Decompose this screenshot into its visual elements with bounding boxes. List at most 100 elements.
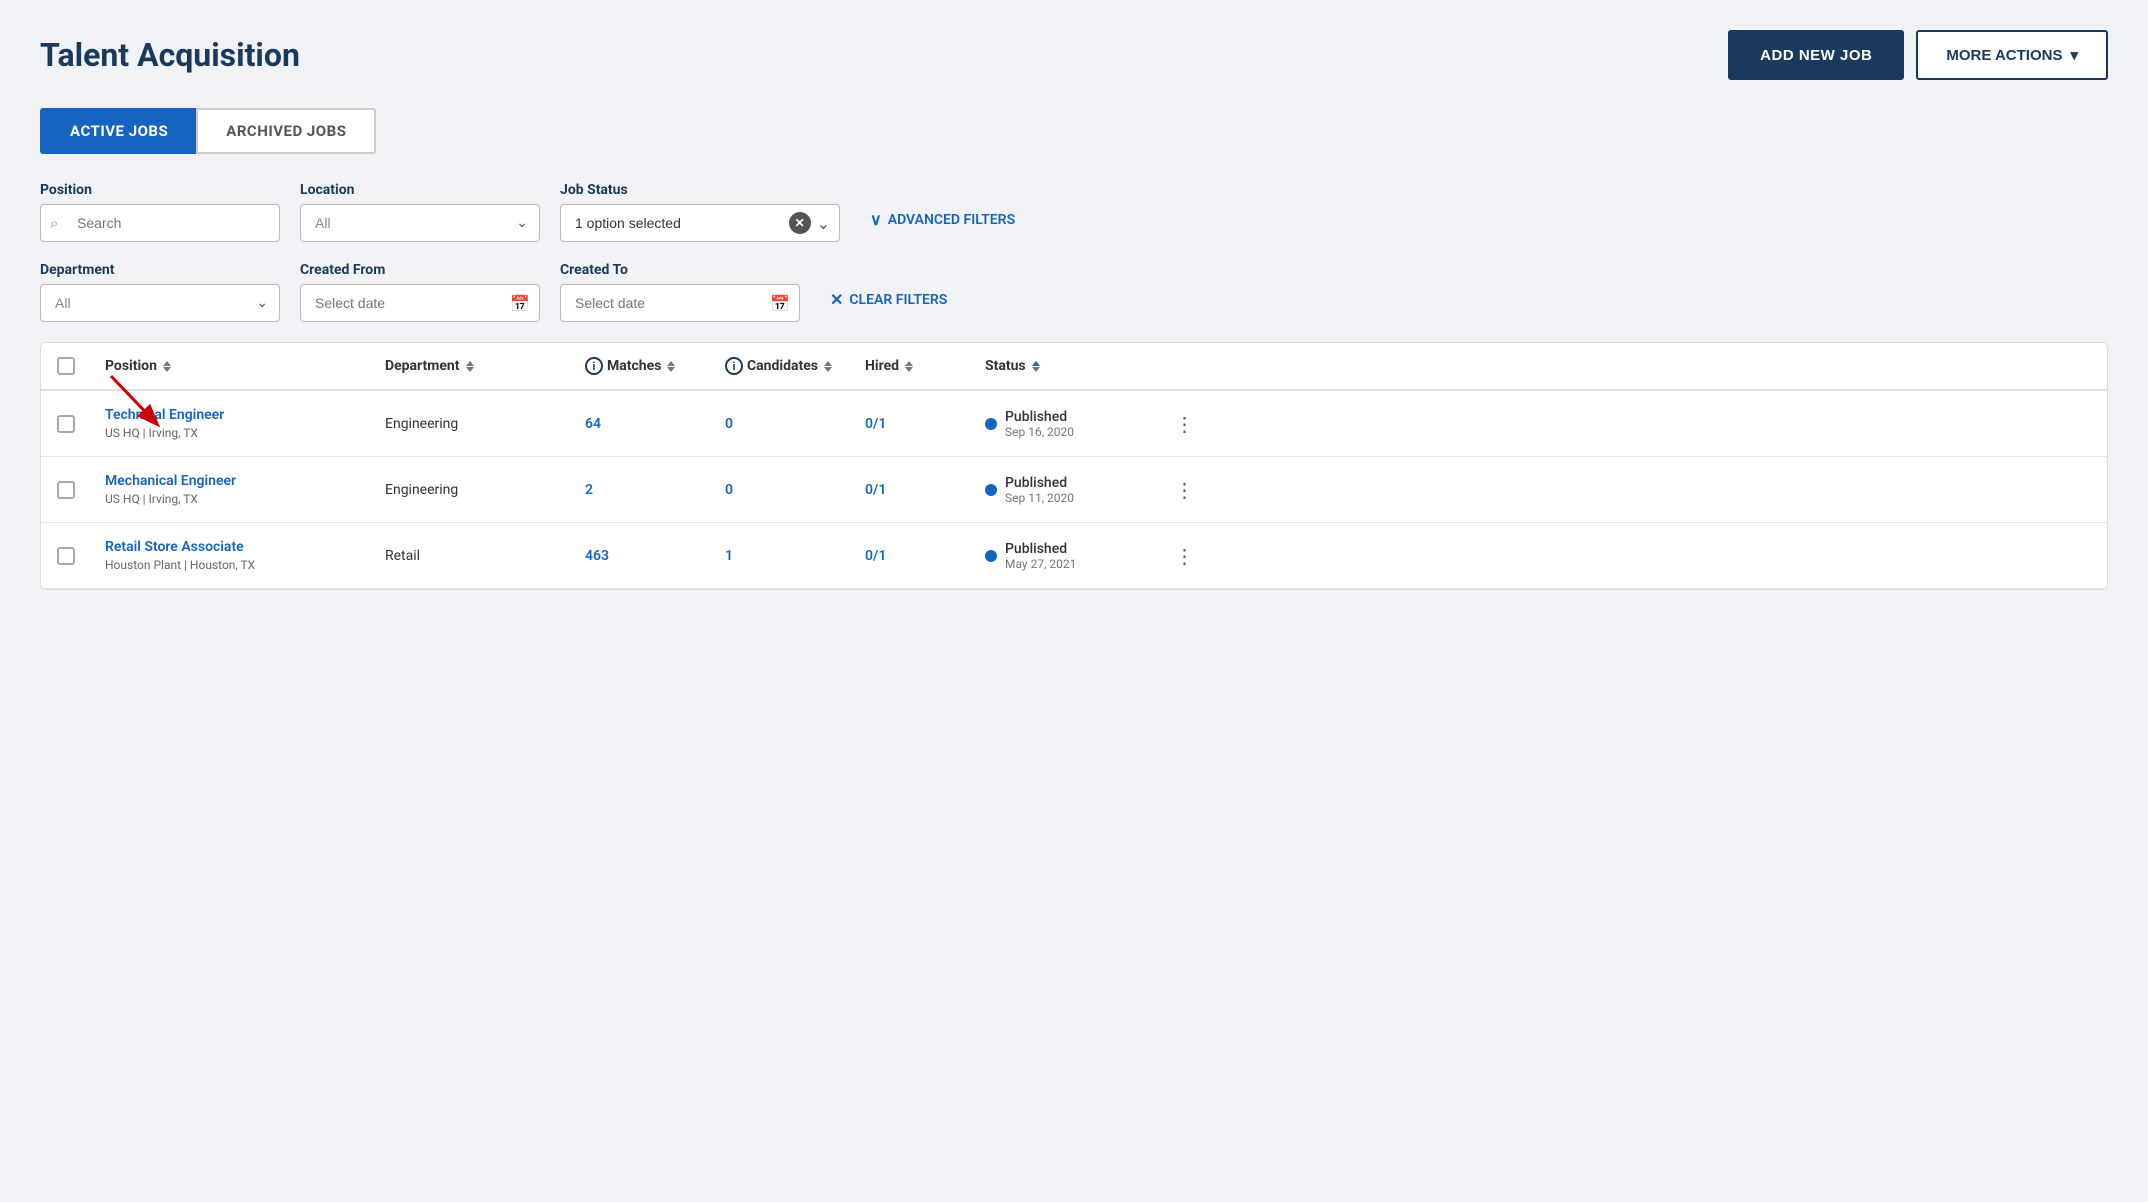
status-dot — [985, 550, 997, 562]
row-candidates-cell[interactable]: 0 — [725, 482, 865, 498]
th-status: Status — [985, 358, 1165, 374]
created-to-label: Created To — [560, 262, 800, 278]
created-from-input[interactable] — [300, 284, 540, 322]
row-more-menu-button[interactable]: ⋮ — [1165, 478, 1205, 502]
row-checkbox-cell — [57, 415, 105, 433]
job-title-link[interactable]: Mechanical Engineer — [105, 473, 385, 489]
sort-down-icon — [824, 367, 832, 372]
row-position-cell: Technical Engineer US HQ | Irving, TX — [105, 407, 385, 440]
sort-down-icon — [466, 367, 474, 372]
sort-down-icon — [667, 367, 675, 372]
tab-active-jobs[interactable]: ACTIVE JOBS — [40, 108, 196, 154]
sort-down-icon — [163, 367, 171, 372]
filters-section: Position ⌕ Location All ⌄ Job Status ✕ ⌄ — [40, 182, 2108, 322]
row-hired-cell: 0/1 — [865, 482, 985, 498]
created-to-input[interactable] — [560, 284, 800, 322]
department-filter-group: Department All ⌄ — [40, 262, 280, 322]
chevron-down-icon: ⌄ — [817, 214, 830, 233]
status-label: Published — [1005, 409, 1074, 425]
status-sort-icon[interactable] — [1032, 361, 1040, 372]
position-sort-icon[interactable] — [163, 361, 171, 372]
sort-up-icon — [466, 361, 474, 366]
row-checkbox[interactable] — [57, 415, 75, 433]
department-select[interactable]: All — [40, 284, 280, 322]
candidates-sort-icon[interactable] — [824, 361, 832, 372]
row-more-menu-button[interactable]: ⋮ — [1165, 544, 1205, 568]
row-status-cell: Published Sep 11, 2020 — [985, 475, 1165, 505]
status-dot — [985, 418, 997, 430]
department-label: Department — [40, 262, 280, 278]
location-select-wrapper: All ⌄ — [300, 204, 540, 242]
candidates-info-icon[interactable]: i — [725, 357, 743, 375]
row-checkbox[interactable] — [57, 547, 75, 565]
row-matches-cell[interactable]: 64 — [585, 416, 725, 432]
table-header: Position Department i Matches i Candidat… — [41, 343, 2107, 391]
department-select-wrapper: All ⌄ — [40, 284, 280, 322]
select-all-checkbox[interactable] — [57, 357, 75, 375]
th-candidates: i Candidates — [725, 357, 865, 375]
row-candidates-cell[interactable]: 0 — [725, 416, 865, 432]
sort-up-icon — [163, 361, 171, 366]
header-actions: ADD NEW JOB MORE ACTIONS ▾ — [1728, 30, 2108, 80]
row-position-cell: Retail Store Associate Houston Plant | H… — [105, 539, 385, 572]
job-status-filter-group: Job Status ✕ ⌄ — [560, 182, 840, 242]
sort-up-icon — [667, 361, 675, 366]
chevron-down-icon: ▾ — [2070, 46, 2078, 64]
job-location: US HQ | Irving, TX — [105, 492, 385, 506]
search-icon: ⌕ — [50, 214, 58, 232]
location-select[interactable]: All — [300, 204, 540, 242]
row-department-cell: Retail — [385, 548, 585, 564]
position-label: Position — [40, 182, 280, 198]
row-checkbox-cell — [57, 547, 105, 565]
status-date: May 27, 2021 — [1005, 557, 1076, 571]
position-filter-group: Position ⌕ — [40, 182, 280, 242]
created-to-input-wrapper: 📅 — [560, 284, 800, 322]
row-candidates-cell[interactable]: 1 — [725, 548, 865, 564]
created-from-filter-group: Created From 📅 — [300, 262, 540, 322]
job-title-link[interactable]: Retail Store Associate — [105, 539, 385, 555]
row-matches-cell[interactable]: 2 — [585, 482, 725, 498]
created-to-filter-group: Created To 📅 — [560, 262, 800, 322]
department-sort-icon[interactable] — [466, 361, 474, 372]
position-search-input[interactable] — [40, 204, 280, 242]
tab-archived-jobs[interactable]: ARCHIVED JOBS — [196, 108, 376, 154]
row-more-menu-button[interactable]: ⋮ — [1165, 412, 1205, 436]
hired-sort-icon[interactable] — [905, 361, 913, 372]
row-hired-cell: 0/1 — [865, 416, 985, 432]
more-actions-button[interactable]: MORE ACTIONS ▾ — [1916, 30, 2108, 80]
th-department: Department — [385, 358, 585, 374]
row-checkbox[interactable] — [57, 481, 75, 499]
clear-job-status-button[interactable]: ✕ — [789, 212, 811, 234]
job-status-label: Job Status — [560, 182, 840, 198]
advanced-filters-link[interactable]: ∨ ADVANCED FILTERS — [870, 210, 1015, 229]
status-dot — [985, 484, 997, 496]
status-label: Published — [1005, 475, 1074, 491]
matches-sort-icon[interactable] — [667, 361, 675, 372]
position-input-wrapper: ⌕ — [40, 204, 280, 242]
table-row: Retail Store Associate Houston Plant | H… — [41, 523, 2107, 589]
filter-icon: ∨ — [870, 210, 882, 229]
job-location: Houston Plant | Houston, TX — [105, 558, 385, 572]
sort-down-icon — [1032, 367, 1040, 372]
created-from-label: Created From — [300, 262, 540, 278]
row-matches-cell[interactable]: 463 — [585, 548, 725, 564]
table-row-wrapper-1: Technical Engineer US HQ | Irving, TX En… — [41, 391, 2107, 457]
status-date: Sep 16, 2020 — [1005, 425, 1074, 439]
job-location: US HQ | Irving, TX — [105, 426, 385, 440]
add-new-job-button[interactable]: ADD NEW JOB — [1728, 30, 1904, 80]
sort-up-icon — [824, 361, 832, 366]
clear-filters-link[interactable]: ✕ CLEAR FILTERS — [830, 290, 947, 309]
th-checkbox — [57, 357, 105, 375]
matches-info-icon[interactable]: i — [585, 357, 603, 375]
status-info: Published May 27, 2021 — [1005, 541, 1076, 571]
row-position-cell: Mechanical Engineer US HQ | Irving, TX — [105, 473, 385, 506]
row-status-cell: Published May 27, 2021 — [985, 541, 1165, 571]
job-status-icons: ✕ ⌄ — [789, 212, 830, 234]
tabs-container: ACTIVE JOBS ARCHIVED JOBS — [40, 108, 2108, 154]
job-title-link[interactable]: Technical Engineer — [105, 407, 385, 423]
status-info: Published Sep 11, 2020 — [1005, 475, 1074, 505]
table-row: Mechanical Engineer US HQ | Irving, TX E… — [41, 457, 2107, 523]
jobs-table: Position Department i Matches i Candidat… — [40, 342, 2108, 590]
row-checkbox-cell — [57, 481, 105, 499]
table-row: Technical Engineer US HQ | Irving, TX En… — [41, 391, 2107, 457]
